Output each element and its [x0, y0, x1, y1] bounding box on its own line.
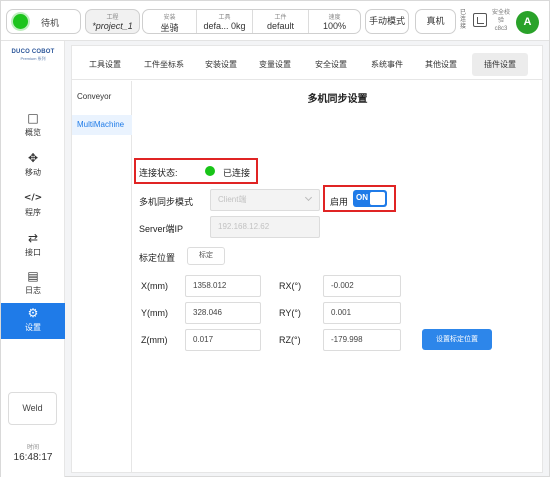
- tab-install-settings[interactable]: 安装设置: [198, 53, 244, 76]
- project-pill[interactable]: 工程 *project_1: [85, 9, 140, 34]
- page-title: 多机同步设置: [307, 94, 368, 105]
- sync-mode-select[interactable]: Client端: [210, 189, 320, 211]
- move-arrows-icon: ✥: [27, 151, 39, 165]
- connection-status-icon: [205, 166, 215, 176]
- sidebar-item-move[interactable]: ✥ 移动: [1, 151, 65, 187]
- rx-input[interactable]: -0.002: [323, 275, 401, 297]
- ry-label: RY(°): [279, 308, 301, 318]
- enable-toggle[interactable]: ON: [353, 190, 387, 207]
- sidebar-item-overview[interactable]: □ 概览: [1, 111, 65, 147]
- sidebar-item-label: 接口: [25, 248, 41, 257]
- enable-label: 启用: [330, 197, 349, 207]
- calibration-label: 标定位置: [139, 253, 176, 263]
- safety-check-code: c8c3: [494, 26, 508, 32]
- weld-button[interactable]: Weld: [8, 392, 57, 425]
- chevron-down-icon: [304, 193, 313, 202]
- toggle-state-label: ON: [356, 193, 368, 202]
- settings-tabs: 工具设置 工件坐标系 安装设置 变量设置 安全设置 系统事件 其他设置 插件设置: [72, 46, 542, 80]
- project-caption: 工程: [106, 15, 119, 21]
- y-label: Y(mm): [141, 308, 168, 318]
- multimachine-sync-content: 多机同步设置 连接状态: 已连接 多机同步模式 Client端 启用 ON Se…: [133, 81, 542, 473]
- server-ip-label: Server端IP: [139, 224, 184, 234]
- real-machine-button[interactable]: 真机: [415, 9, 456, 34]
- logo-title: DUCO COBOT: [11, 49, 55, 55]
- sidebar-item-program[interactable]: </> 程序: [1, 191, 65, 227]
- install-value: 坐骑: [160, 23, 179, 33]
- sync-mode-label: 多机同步模式: [139, 197, 194, 207]
- tab-workpiece-frame[interactable]: 工件坐标系: [136, 53, 192, 76]
- project-name: *project_1: [92, 21, 133, 31]
- brand-logo: DUCO COBOT Premium 系列: [5, 49, 61, 62]
- clock: 时间 16:48:17: [1, 442, 65, 463]
- time-caption: 时间: [26, 445, 39, 451]
- time-value: 16:48:17: [13, 452, 53, 463]
- calendar-icon: ▤: [27, 269, 39, 283]
- sidebar-item-label: 日志: [25, 286, 41, 295]
- manual-mode-button[interactable]: 手动模式: [365, 9, 409, 34]
- toggle-knob: [370, 192, 385, 205]
- tool-info[interactable]: 工具 defa... 0kg: [196, 10, 252, 33]
- calibrate-button[interactable]: 标定: [187, 247, 225, 265]
- ry-input[interactable]: 0.001: [323, 302, 401, 324]
- avatar[interactable]: A: [516, 11, 539, 34]
- settings-panel: 工具设置 工件坐标系 安装设置 变量设置 安全设置 系统事件 其他设置 插件设置…: [71, 45, 543, 473]
- x-input[interactable]: 1358.012: [185, 275, 261, 297]
- top-bar: 待机 工程 *project_1 安装 坐骑 工具 defa... 0kg 工件…: [1, 1, 549, 41]
- server-ip-input[interactable]: 192.168.12.62: [210, 216, 320, 238]
- workpiece-caption: 工件: [274, 15, 287, 21]
- sidebar-item-label: 设置: [25, 323, 41, 332]
- logo-subtitle: Premium 系列: [20, 56, 46, 61]
- tab-tool-settings[interactable]: 工具设置: [82, 53, 128, 76]
- rx-label: RX(°): [279, 281, 302, 291]
- monitor-icon: □: [27, 111, 39, 125]
- swap-icon: ⇄: [27, 231, 39, 245]
- x-label: X(mm): [141, 281, 168, 291]
- app-window: 待机 工程 *project_1 安装 坐骑 工具 defa... 0kg 工件…: [0, 0, 550, 477]
- rz-input[interactable]: -179.998: [323, 329, 401, 351]
- set-calibration-button[interactable]: 设置标定位置: [422, 329, 492, 350]
- sidebar-item-settings[interactable]: ⚙ 设置: [1, 303, 65, 339]
- sidebar-item-label: 程序: [25, 208, 41, 217]
- tab-plugin-settings[interactable]: 插件设置: [472, 53, 528, 76]
- robot-info-pill[interactable]: 安装 坐骑 工具 defa... 0kg 工件 default 速度 100%: [142, 9, 361, 34]
- y-input[interactable]: 328.046: [185, 302, 261, 324]
- speed-info[interactable]: 速度 100%: [308, 10, 360, 33]
- sidebar-item-interface[interactable]: ⇄ 接口: [1, 231, 65, 267]
- rz-label: RZ(°): [279, 335, 301, 345]
- plugin-item-conveyor[interactable]: Conveyor: [72, 87, 132, 107]
- robot-status-pill[interactable]: 待机: [6, 9, 81, 34]
- connection-vertical-label: 已连接: [460, 10, 467, 30]
- tab-safety-settings[interactable]: 安全设置: [308, 53, 354, 76]
- tab-system-events[interactable]: 系统事件: [364, 53, 410, 76]
- reset-icon[interactable]: [473, 13, 487, 27]
- workpiece-value: default: [266, 21, 295, 31]
- safety-check[interactable]: 安全校验 c8c3: [491, 9, 511, 33]
- gear-icon: ⚙: [27, 306, 39, 320]
- plugin-list: Conveyor MultiMachine: [72, 81, 132, 473]
- connection-value: 已连接: [223, 168, 251, 178]
- sidebar-item-label: 概览: [25, 128, 41, 137]
- install-caption: 安装: [163, 15, 176, 21]
- tool-caption: 工具: [218, 15, 231, 21]
- code-icon: </>: [23, 193, 43, 203]
- speed-value: 100%: [322, 21, 347, 31]
- sidebar-item-label: 移动: [25, 168, 41, 177]
- z-input[interactable]: 0.017: [185, 329, 261, 351]
- plugin-item-multimachine[interactable]: MultiMachine: [72, 115, 132, 135]
- tool-value: defa... 0kg: [203, 21, 246, 31]
- sidebar: DUCO COBOT Premium 系列 □ 概览 ✥ 移动 </> 程序 ⇄…: [1, 41, 65, 477]
- sidebar-item-log[interactable]: ▤ 日志: [1, 269, 65, 305]
- sync-mode-value: Client端: [218, 195, 247, 204]
- connection-label: 连接状态:: [139, 168, 178, 178]
- z-label: Z(mm): [141, 335, 168, 345]
- workpiece-info[interactable]: 工件 default: [252, 10, 308, 33]
- install-info[interactable]: 安装 坐骑: [143, 10, 196, 33]
- speed-caption: 速度: [328, 15, 341, 21]
- tab-other-settings[interactable]: 其他设置: [418, 53, 464, 76]
- safety-check-label: 安全校验: [491, 10, 510, 24]
- status-indicator-icon: [13, 14, 28, 29]
- robot-status-label: 待机: [41, 18, 60, 28]
- tab-variable-settings[interactable]: 变量设置: [252, 53, 298, 76]
